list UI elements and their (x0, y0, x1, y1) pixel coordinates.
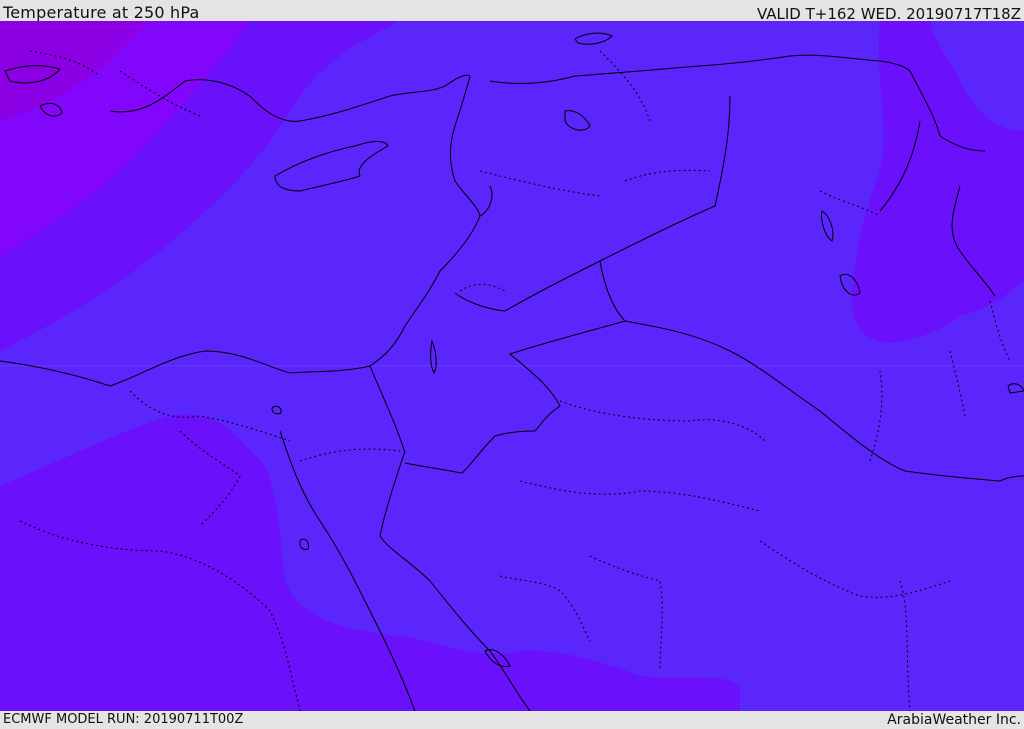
weather-map[interactable] (0, 21, 1024, 711)
map-title: Temperature at 250 hPa (3, 3, 200, 22)
credit-label: ArabiaWeather Inc. (887, 712, 1021, 728)
model-run-label: ECMWF MODEL RUN: 20190711T00Z (3, 712, 244, 727)
header-bar: Temperature at 250 hPa VALID T+162 WED. … (0, 0, 1024, 23)
footer-bar: ECMWF MODEL RUN: 20190711T00Z ArabiaWeat… (0, 711, 1024, 729)
